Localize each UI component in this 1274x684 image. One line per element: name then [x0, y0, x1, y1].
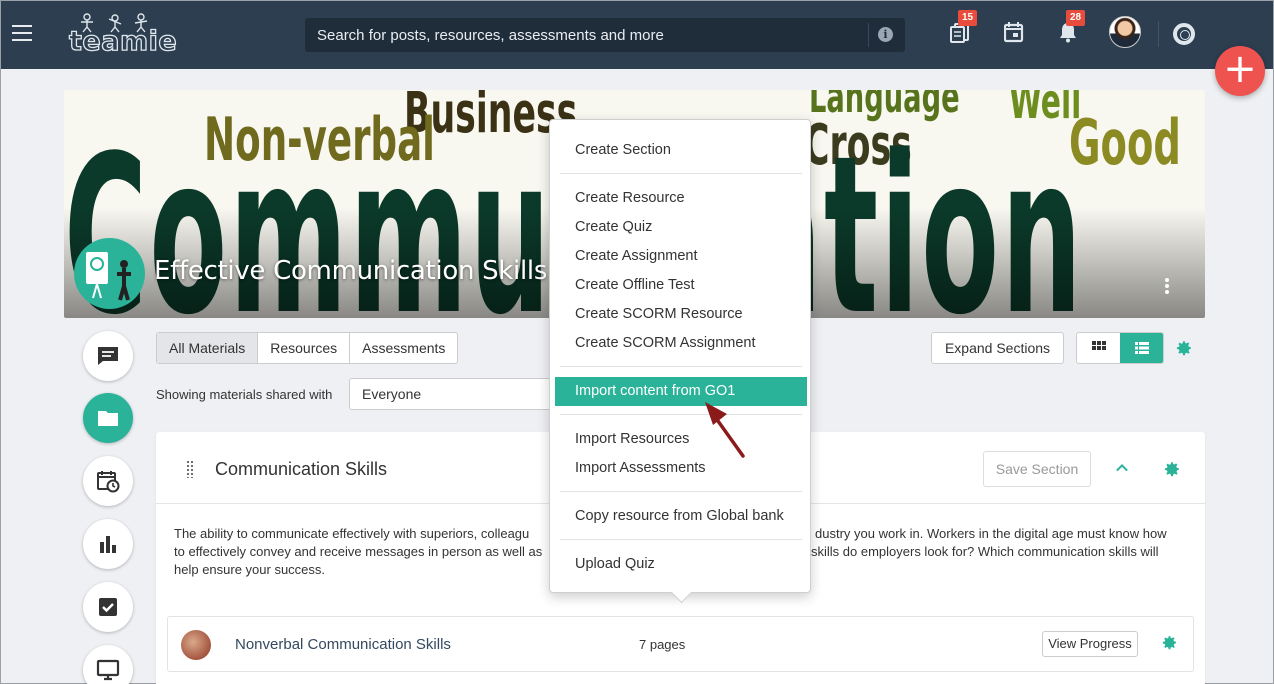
bell-icon[interactable]: 28 [1058, 10, 1086, 45]
chat-icon [98, 347, 118, 365]
info-icon[interactable]: i [878, 27, 893, 42]
materials-filter-tabs: All Materials Resources Assessments [156, 332, 459, 364]
menu-item-import-go1[interactable]: Import content from GO1 [555, 377, 807, 406]
view-toggle [1076, 332, 1164, 364]
item-title[interactable]: Nonverbal Communication Skills [235, 636, 451, 653]
folder-icon [98, 411, 118, 426]
description-line: dustry you work in. Workers in the digit… [815, 526, 1167, 541]
section-settings-icon[interactable] [1163, 460, 1181, 478]
grid-icon [1092, 341, 1106, 350]
item-pages: 7 pages [639, 637, 686, 652]
settings-gear-icon[interactable] [1175, 339, 1193, 357]
list-view-button[interactable] [1120, 333, 1163, 363]
checkbox-icon [99, 598, 117, 616]
logo-text: teamie [68, 25, 178, 57]
menu-item-upload-quiz[interactable]: Upload Quiz [555, 550, 807, 579]
rail-materials-button[interactable] [83, 393, 133, 443]
search-bar[interactable]: Search for posts, resources, assessments… [305, 18, 905, 52]
search-divider [868, 23, 869, 47]
section-title: Communication Skills [215, 459, 388, 479]
shared-with-label: Showing materials shared with [156, 387, 333, 402]
menu-divider [560, 539, 802, 540]
tab-all-materials[interactable]: All Materials [157, 333, 259, 363]
banner-more-icon[interactable] [1161, 278, 1173, 296]
bar-chart-icon [100, 536, 116, 553]
shared-with-select[interactable]: Everyone [349, 378, 559, 410]
save-section-button[interactable]: Save Section [983, 451, 1091, 487]
list-item[interactable]: Nonverbal Communication Skills 7 pages V… [167, 616, 1194, 672]
list-icon [1135, 342, 1149, 354]
menu-icon[interactable] [12, 25, 32, 41]
add-fab-button[interactable]: + [1215, 46, 1265, 96]
help-icon[interactable] [1173, 23, 1195, 45]
monitor-icon [96, 659, 120, 681]
course-logo-icon [74, 238, 145, 309]
menu-item-create-scorm-assignment[interactable]: Create SCORM Assignment [555, 329, 807, 358]
description-line: to effectively convey and receive messag… [174, 544, 543, 559]
tab-assessments[interactable]: Assessments [350, 333, 457, 363]
course-title: Effective Communication Skills [154, 256, 548, 286]
teamie-logo[interactable]: teamie [68, 11, 177, 58]
item-settings-icon[interactable] [1161, 634, 1178, 651]
menu-item-create-section[interactable]: Create Section [555, 136, 807, 165]
menu-divider [560, 414, 802, 415]
menu-divider [560, 366, 802, 367]
menu-item-create-resource[interactable]: Create Resource [555, 184, 807, 213]
rail-schedule-button[interactable] [83, 456, 133, 506]
grid-view-button[interactable] [1077, 333, 1120, 363]
menu-item-import-resources[interactable]: Import Resources [555, 425, 807, 454]
description-line: The ability to communicate effectively w… [174, 526, 530, 541]
tab-resources[interactable]: Resources [258, 333, 351, 363]
item-thumbnail [181, 630, 211, 660]
expand-sections-button[interactable]: Expand Sections [931, 332, 1064, 364]
resources-badge: 15 [958, 10, 978, 26]
menu-item-create-quiz[interactable]: Create Quiz [555, 213, 807, 242]
menu-divider [560, 173, 802, 174]
rail-tasks-button[interactable] [83, 582, 133, 632]
menu-item-create-assignment[interactable]: Create Assignment [555, 242, 807, 271]
resources-icon[interactable]: 15 [950, 10, 978, 45]
chevron-up-icon[interactable] [1116, 462, 1128, 474]
menu-item-copy-global-bank[interactable]: Copy resource from Global bank [555, 502, 807, 531]
calendar-clock-icon [97, 471, 120, 493]
drag-handle-icon[interactable] [186, 460, 194, 478]
rail-posts-button[interactable] [83, 331, 133, 381]
notifications-badge: 28 [1066, 10, 1086, 26]
top-bar: teamie Search for posts, resources, asse… [1, 1, 1273, 69]
search-placeholder: Search for posts, resources, assessments… [317, 27, 664, 44]
banner-word: Good [1069, 106, 1181, 179]
view-progress-button[interactable]: View Progress [1042, 631, 1138, 657]
add-content-menu: Create Section Create Resource Create Qu… [549, 119, 811, 593]
user-avatar[interactable] [1109, 16, 1141, 48]
rail-display-button[interactable] [83, 645, 133, 684]
menu-item-create-scorm-resource[interactable]: Create SCORM Resource [555, 300, 807, 329]
menu-item-import-assessments[interactable]: Import Assessments [555, 454, 807, 483]
menu-divider [560, 491, 802, 492]
annotation-arrow-icon [705, 402, 745, 458]
rail-analytics-button[interactable] [83, 519, 133, 569]
topbar-divider [1158, 21, 1159, 47]
description-line: help ensure your success. [174, 562, 326, 577]
calendar-icon[interactable] [1003, 21, 1026, 45]
description-line: skills do employers look for? Which comm… [811, 544, 1159, 559]
menu-item-create-offline-test[interactable]: Create Offline Test [555, 271, 807, 300]
